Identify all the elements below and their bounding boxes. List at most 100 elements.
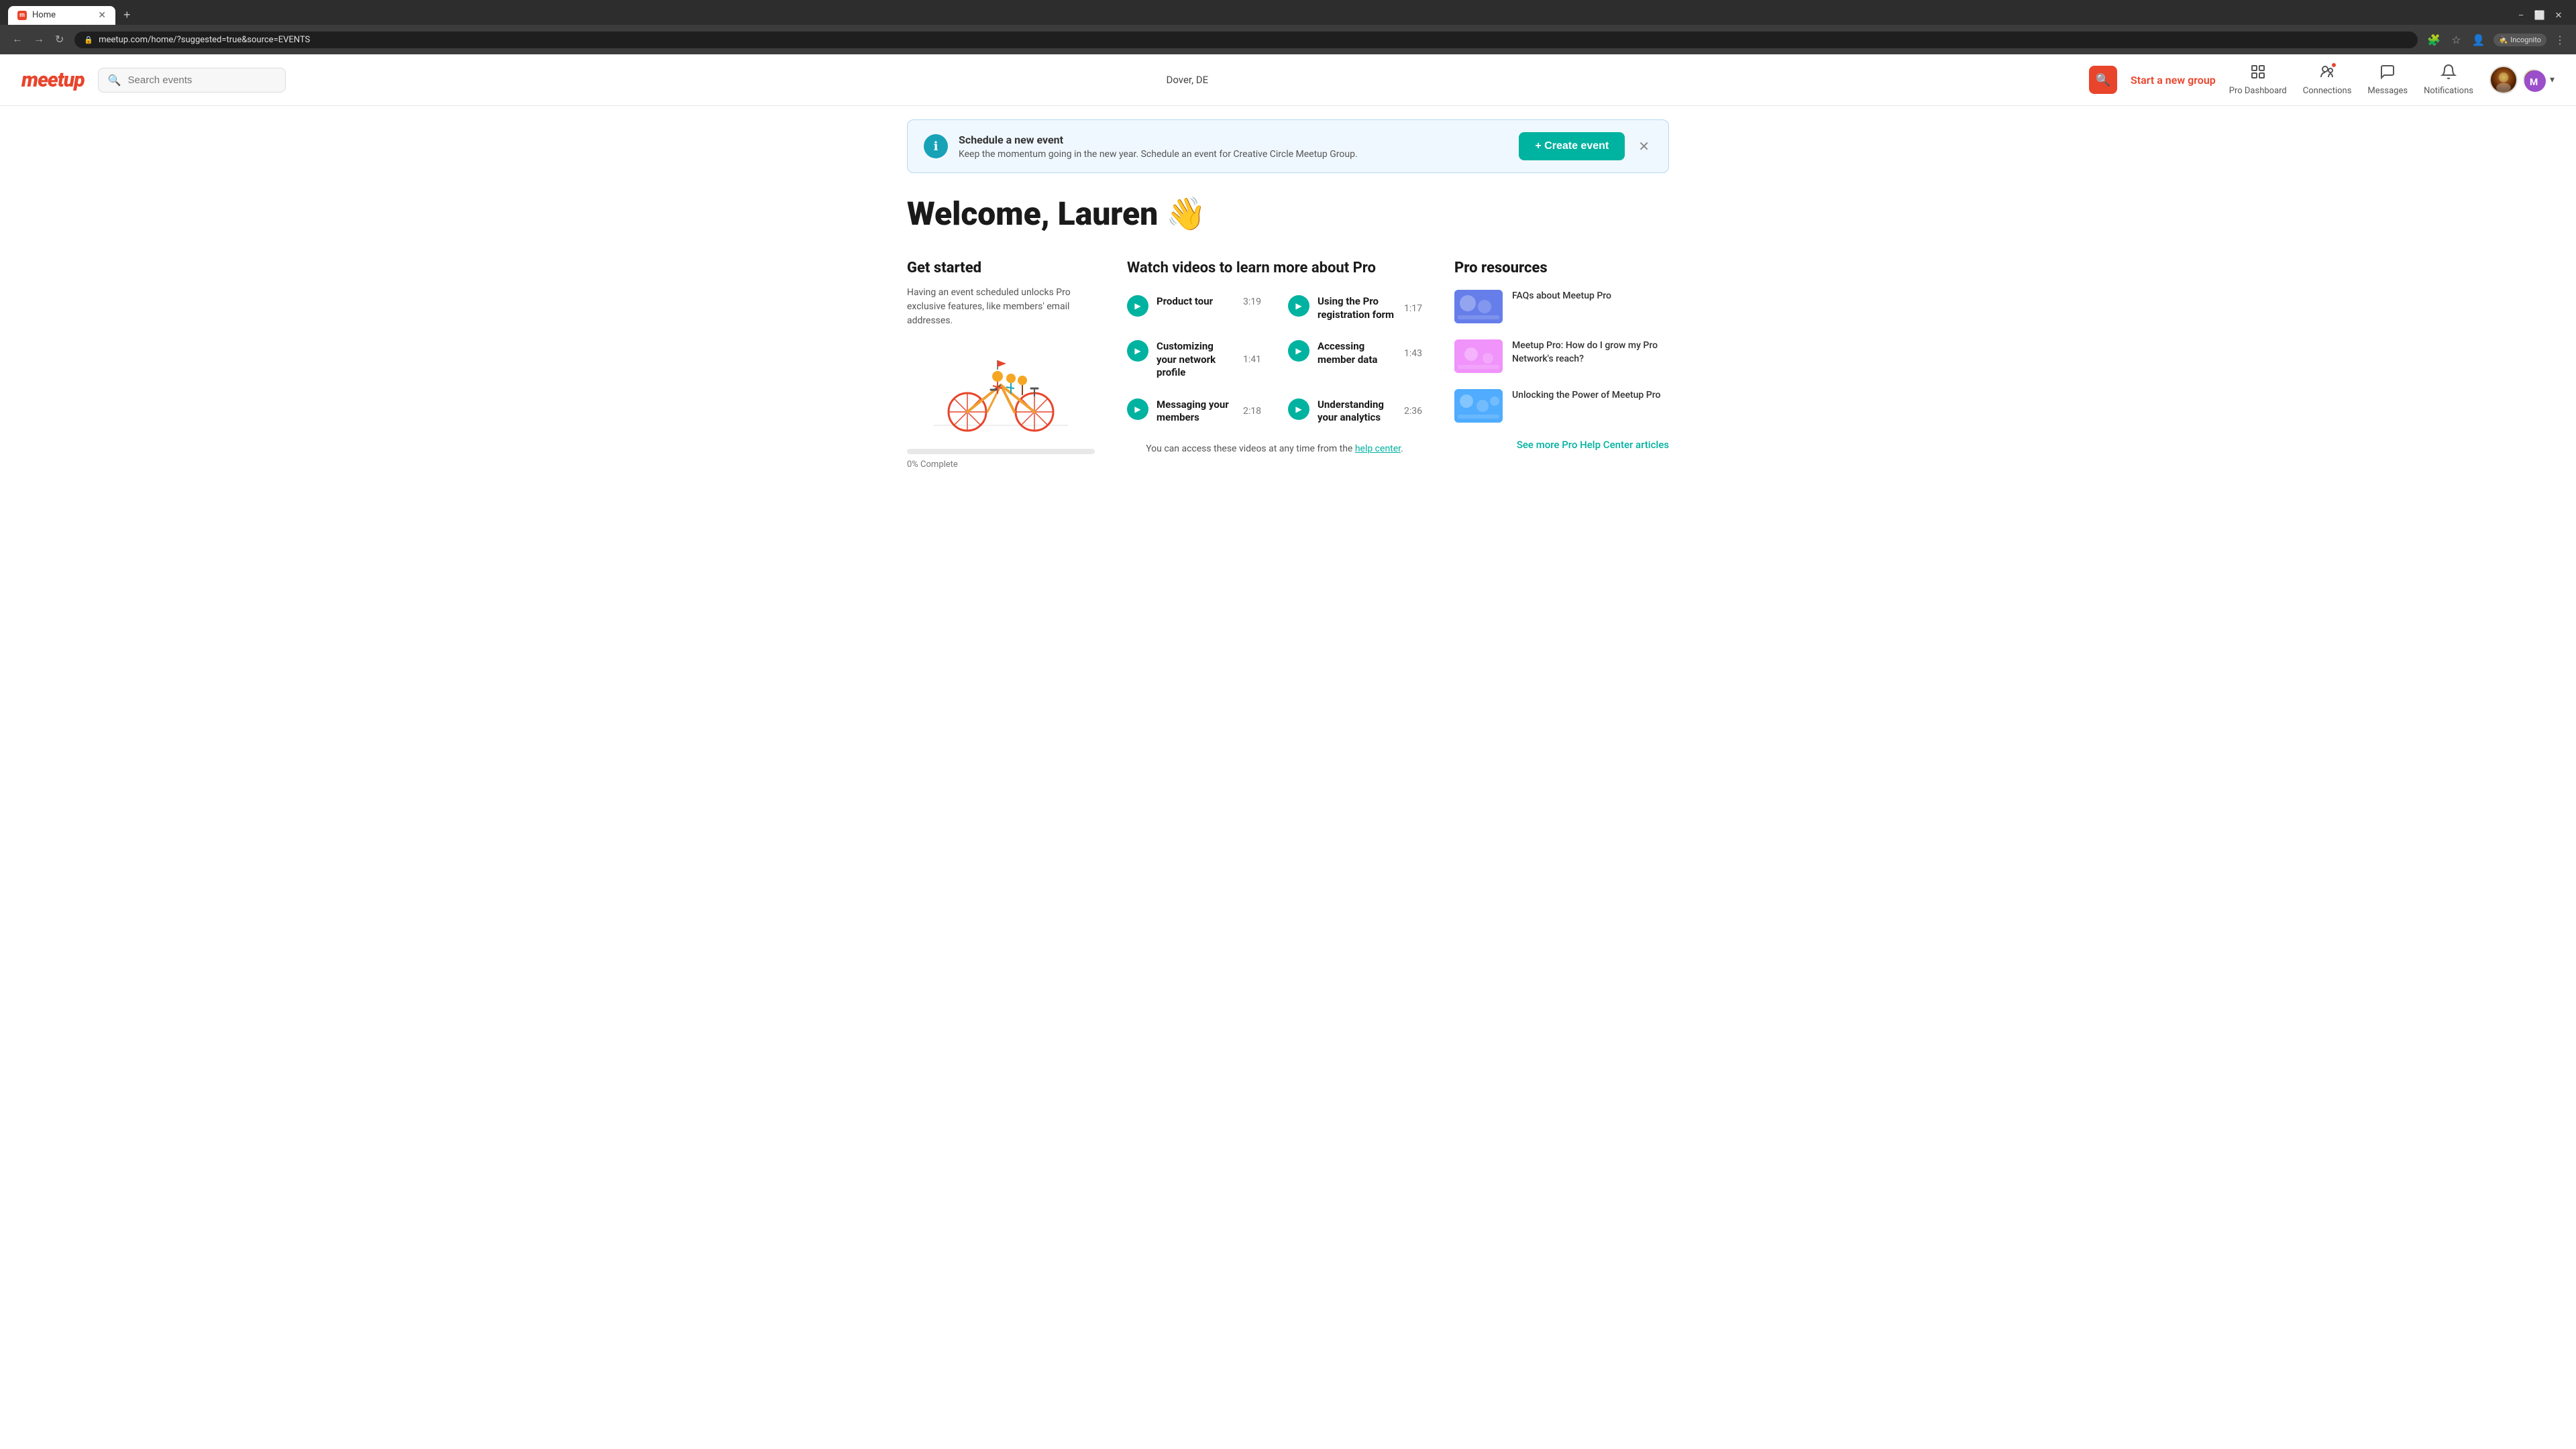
video-item-0[interactable]: ▶ Product tour 3:19 [1127,295,1261,321]
user-avatar-secondary: M [2523,69,2544,91]
meetup-logo[interactable]: meetup [21,68,85,92]
incognito-label: Incognito [2510,36,2541,44]
pro-resources-section: Pro resources FAQs about Meetup Pro [1454,260,1669,451]
search-bar[interactable]: 🔍 [98,68,286,93]
nav-pro-dashboard[interactable]: Pro Dashboard [2229,64,2287,96]
minimize-button[interactable]: − [2512,8,2530,23]
reload-button[interactable]: ↻ [51,30,68,49]
search-input[interactable] [128,74,276,86]
resource-text-0: FAQs about Meetup Pro [1512,290,1611,303]
see-more-articles-link[interactable]: See more Pro Help Center articles [1454,439,1669,451]
resource-text-1: Meetup Pro: How do I grow my Pro Network… [1512,339,1669,366]
nav-connections[interactable]: Connections [2303,64,2352,96]
main-content: ℹ Schedule a new event Keep the momentum… [885,106,1690,483]
welcome-text: Welcome, Lauren [907,195,1158,233]
maximize-button[interactable]: ⬜ [2530,8,2549,23]
extensions-icon[interactable]: 🧩 [2424,31,2443,49]
content-columns: Get started Having an event scheduled un… [907,260,1669,470]
incognito-icon: 🕵️ [2499,36,2508,44]
user-avatar [2489,66,2518,94]
help-center-link[interactable]: help center [1355,443,1401,454]
videos-grid: ▶ Product tour 3:19 ▶ Using the Pro regi… [1127,295,1422,425]
nav-messages[interactable]: Messages [2367,64,2408,96]
messages-icon [2379,64,2396,84]
tab-favicon: m [17,11,27,20]
get-started-title: Get started [907,260,1095,276]
video-item-4[interactable]: ▶ Messaging your members 2:18 [1127,398,1261,425]
progress-label: 0% Complete [907,460,1095,470]
videos-title: Watch videos to learn more about Pro [1127,260,1422,276]
play-icon-5: ▶ [1288,398,1309,420]
play-icon-3: ▶ [1288,340,1309,362]
app-header: meetup 🔍 Dover, DE 🔍 Start a new group P… [0,54,2576,106]
video-duration-3: 1:43 [1396,348,1422,359]
video-title-2: Customizing your network profile [1157,340,1235,380]
help-text-post: . [1401,443,1403,454]
tab-title: Home [32,10,56,20]
resource-item-2[interactable]: Unlocking the Power of Meetup Pro [1454,389,1669,423]
new-tab-button[interactable]: + [118,5,136,25]
dashboard-icon [2250,64,2266,84]
video-item-2[interactable]: ▶ Customizing your network profile 1:41 [1127,340,1261,380]
bicycle-illustration [927,341,1075,435]
video-duration-2: 1:41 [1235,354,1261,365]
video-item-3[interactable]: ▶ Accessing member data 1:43 [1288,340,1422,380]
location-display: Dover, DE [299,74,2076,86]
search-button[interactable]: 🔍 [2089,66,2117,94]
browser-toolbar: ← → ↻ 🔒 meetup.com/home/?suggested=true&… [0,25,2576,54]
video-duration-1: 1:17 [1396,303,1422,314]
help-center-text: You can access these videos at any time … [1127,443,1422,454]
incognito-badge: 🕵️ Incognito [2493,34,2547,46]
nav-items: Pro Dashboard Connections Messages [2229,64,2555,96]
start-new-group-link[interactable]: Start a new group [2131,74,2216,87]
close-button[interactable]: ✕ [2549,8,2568,23]
video-title-5: Understanding your analytics [1318,398,1396,425]
resource-thumb-1 [1454,339,1503,373]
connections-notification-dot [2330,62,2337,68]
resource-item-1[interactable]: Meetup Pro: How do I grow my Pro Network… [1454,339,1669,373]
resource-text-2: Unlocking the Power of Meetup Pro [1512,389,1660,402]
banner-text: Keep the momentum going in the new year.… [959,149,1508,160]
avatar-chevron-icon: ▾ [2550,74,2555,85]
address-bar[interactable]: 🔒 meetup.com/home/?suggested=true&source… [74,32,2418,48]
user-avatar-wrapper[interactable]: M ▾ [2489,66,2555,94]
search-icon: 🔍 [108,74,121,87]
notifications-label: Notifications [2424,86,2473,96]
connections-label: Connections [2303,86,2352,96]
url-text: meetup.com/home/?suggested=true&source=E… [99,35,310,45]
play-icon-2: ▶ [1127,340,1148,362]
back-button[interactable]: ← [8,30,27,49]
pro-resources-title: Pro resources [1454,260,1669,276]
tab-close-button[interactable]: ✕ [98,10,106,21]
get-started-description: Having an event scheduled unlocks Pro ex… [907,286,1095,328]
forward-button[interactable]: → [30,30,48,49]
schedule-event-banner: ℹ Schedule a new event Keep the momentum… [907,119,1669,173]
video-title-3: Accessing member data [1318,340,1396,366]
notifications-icon [2440,64,2457,84]
help-text-pre: You can access these videos at any time … [1146,443,1355,454]
messages-label: Messages [2367,86,2408,96]
videos-section: Watch videos to learn more about Pro ▶ P… [1127,260,1422,454]
video-title-0: Product tour [1157,295,1213,309]
bookmark-icon[interactable]: ☆ [2449,31,2463,49]
video-duration-4: 2:18 [1235,406,1261,417]
profile-icon[interactable]: 👤 [2469,31,2488,49]
resource-item-0[interactable]: FAQs about Meetup Pro [1454,290,1669,323]
pro-dashboard-label: Pro Dashboard [2229,86,2287,96]
video-duration-5: 2:36 [1396,406,1422,417]
video-item-1[interactable]: ▶ Using the Pro registration form 1:17 [1288,295,1422,321]
resource-thumb-2 [1454,389,1503,423]
menu-icon[interactable]: ⋮ [2552,31,2568,49]
wave-emoji: 👋 [1166,195,1206,233]
active-tab[interactable]: m Home ✕ [8,6,115,25]
nav-notifications[interactable]: Notifications [2424,64,2473,96]
browser-chrome: m Home ✕ + − ⬜ ✕ [0,0,2576,25]
search-btn-icon: 🔍 [2096,73,2110,87]
video-title-4: Messaging your members [1157,398,1235,425]
banner-close-button[interactable]: ✕ [1635,136,1652,158]
create-event-button[interactable]: + Create event [1519,132,1625,160]
banner-title: Schedule a new event [959,133,1508,146]
video-item-5[interactable]: ▶ Understanding your analytics 2:36 [1288,398,1422,425]
welcome-heading: Welcome, Lauren 👋 [907,195,1669,233]
video-duration-0: 3:19 [1235,297,1261,307]
